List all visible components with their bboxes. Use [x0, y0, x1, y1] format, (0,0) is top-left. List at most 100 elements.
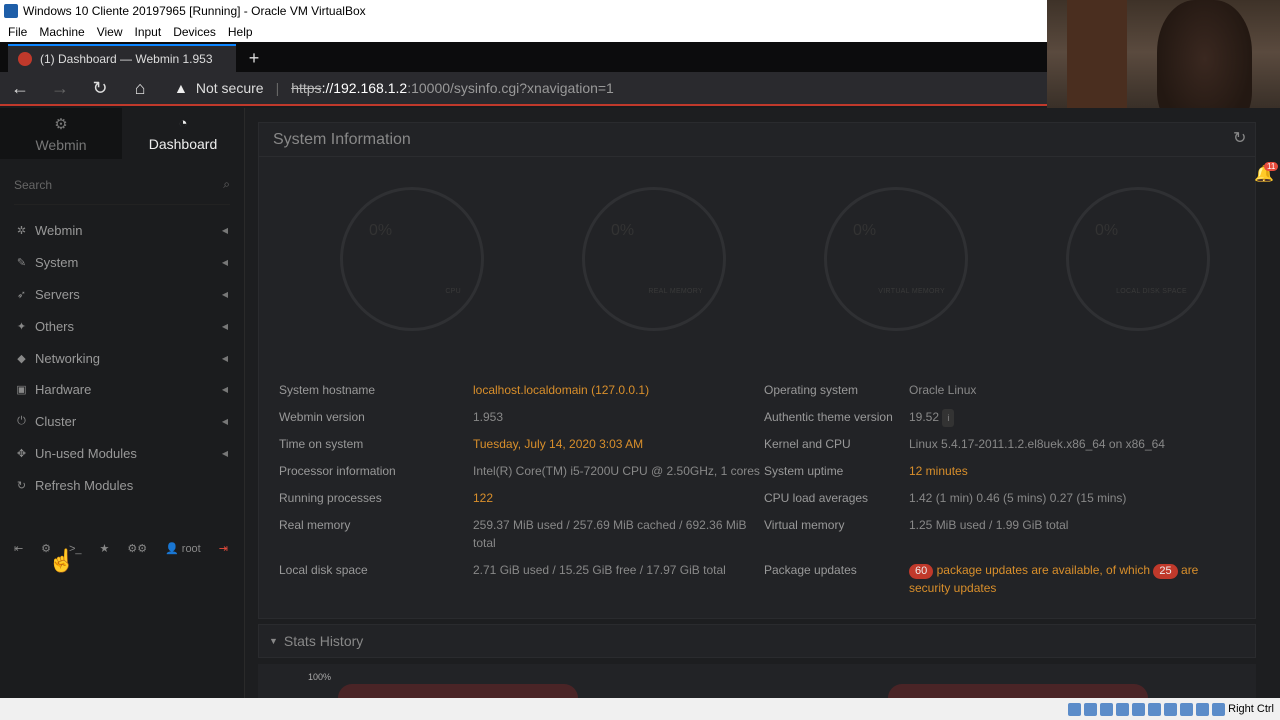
network-icon [1116, 702, 1130, 716]
notifications-button[interactable]: 🔔 11 [1254, 162, 1279, 184]
menu-file[interactable]: File [4, 25, 35, 39]
back-button[interactable]: ← [0, 71, 40, 105]
security-label: Not secure [195, 80, 264, 96]
refresh-icon: ↻ [16, 479, 27, 492]
chart-area [888, 684, 1148, 698]
hdd-icon [1068, 702, 1082, 716]
cpu-icon [1196, 702, 1210, 716]
sidebar-item-others[interactable]: ✦ Others ◀ [0, 310, 244, 342]
sidebar-item-servers[interactable]: ➶ Servers ◀ [0, 279, 244, 311]
gauge-real-memory: 0% REAL MEMORY [582, 187, 726, 331]
gauge-value: 0% [369, 222, 393, 239]
panel-title: System Information [273, 130, 411, 148]
url-bar[interactable]: ▲ Not secure | https://192.168.1.2:10000… [174, 74, 614, 102]
warning-icon: ▲ [174, 80, 188, 96]
hand-cursor-icon: ☝ [48, 548, 76, 573]
url-separator: | [275, 80, 280, 96]
theme-version: 19.52 [909, 410, 940, 424]
sidebar-item-hardware[interactable]: ▣ Hardware ◀ [0, 374, 244, 406]
info-key: Virtual memory [764, 518, 845, 532]
notification-count-badge: 11 [1264, 162, 1279, 171]
gauge-value: 0% [611, 222, 635, 239]
info-key: Kernel and CPU [764, 437, 851, 451]
sidebar-item-refresh-modules[interactable]: ↻ Refresh Modules [0, 469, 244, 501]
url-host: ://192.168.1.2 [321, 80, 408, 96]
info-icon[interactable]: i [942, 409, 955, 427]
power-icon: ⏻ [17, 415, 26, 428]
star-icon[interactable]: ★ [100, 542, 110, 555]
menu-devices[interactable]: Devices [169, 25, 224, 39]
hostname-link[interactable]: localhost.localdomain (127.0.0.1) [473, 381, 649, 399]
gauge-label: LOCAL DISK SPACE [1116, 288, 1187, 295]
updates-text-2: are [1181, 563, 1199, 577]
window-title: Windows 10 Cliente 20197965 [Running] - … [23, 4, 366, 18]
sidebar-item-unused-modules[interactable]: ✥ Un-used Modules ◀ [0, 438, 244, 470]
user-button[interactable]: 👤 root [165, 542, 201, 555]
system-info-panel: System Information 0% CPU 0% REAL MEMORY 0… [258, 122, 1256, 619]
collapse-icon[interactable]: ⇤ [14, 542, 23, 555]
gauge-label: REAL MEMORY [648, 288, 703, 295]
sidebar-item-label: System [35, 255, 79, 271]
info-key: Package updates [764, 563, 857, 577]
sidebar-item-cluster[interactable]: ⏻ Cluster ◀ [0, 406, 244, 438]
mouse-icon [1212, 702, 1226, 716]
info-key: System uptime [764, 464, 844, 478]
caret-left-icon: ◀ [221, 289, 228, 299]
menu-view[interactable]: View [93, 25, 131, 39]
search-input[interactable]: Search [14, 178, 52, 192]
puzzle-icon: ✥ [16, 447, 27, 460]
refresh-icon[interactable]: ↻ [1233, 128, 1246, 148]
info-value: Intel(R) Core(TM) i5-7200U CPU @ 2.50GHz… [473, 464, 760, 478]
menu-input[interactable]: Input [131, 25, 170, 39]
sidebar-item-label: Un-used Modules [35, 445, 137, 461]
caret-left-icon: ◀ [221, 321, 228, 331]
tab-dashboard[interactable]: (1) Dashboard — Webmin 1.953 [8, 44, 236, 72]
menu-machine[interactable]: Machine [35, 25, 92, 39]
sidebar-tab-webmin[interactable]: ⚙ Webmin [0, 108, 122, 159]
updates-count-badge: 60 [909, 564, 934, 579]
printer-icon: ▣ [16, 384, 27, 397]
usb-icon [1132, 702, 1146, 716]
reload-button[interactable]: ↻ [80, 71, 120, 105]
time-link[interactable]: Tuesday, July 14, 2020 3:03 AM [473, 435, 643, 453]
gauge-virtual-memory: 0% VIRTUAL MEMORY [824, 187, 968, 331]
updates-text-3: security updates [909, 581, 997, 595]
caret-down-icon: ▼ [269, 636, 278, 646]
caret-left-icon: ◀ [221, 448, 228, 458]
package-updates-link[interactable]: 60 package updates are available, of whi… [909, 561, 1229, 597]
gauge-label: CPU [445, 288, 461, 295]
sidebar-tab-label: Webmin [35, 136, 87, 153]
forward-button[interactable]: → [40, 71, 80, 105]
logout-icon[interactable]: ⇥ [219, 542, 228, 555]
sidebar-toolbar: ⇤ ⚙ >_ ★ ⚙⚙ 👤 root ⇥ [14, 542, 228, 556]
home-button[interactable]: ⌂ [120, 71, 160, 105]
sidebar-item-label: Hardware [35, 382, 92, 398]
cogs-icon[interactable]: ⚙⚙ [127, 542, 147, 555]
main-content: System Information 0% CPU 0% REAL MEMORY 0… [245, 108, 1280, 698]
info-key: Real memory [279, 518, 351, 532]
sidebar-search[interactable]: Search ⌕ [14, 165, 230, 205]
uptime-link[interactable]: 12 minutes [909, 462, 968, 480]
sidebar-item-networking[interactable]: ◆ Networking ◀ [0, 342, 244, 374]
info-value: 1.42 (1 min) 0.46 (5 mins) 0.27 (15 mins… [909, 491, 1127, 505]
tools-icon: ✦ [16, 320, 27, 333]
processes-link[interactable]: 122 [473, 489, 493, 507]
wrench-icon: ✎ [16, 257, 27, 270]
stats-chart: 100% [258, 664, 1256, 698]
username: root [181, 543, 201, 555]
sidebar-tab-dashboard[interactable]: ◔ Dashboard [122, 108, 244, 159]
new-tab-button[interactable]: + [240, 44, 268, 72]
info-key: System hostname [279, 383, 376, 397]
url-path: :10000/sysinfo.cgi?xnavigation=1 [407, 80, 614, 96]
info-value: 1.25 MiB used / 1.99 GiB total [909, 518, 1069, 532]
sidebar-item-system[interactable]: ✎ System ◀ [0, 247, 244, 279]
caret-left-icon: ◀ [221, 226, 228, 236]
sidebar-item-webmin[interactable]: ✲ Webmin ◀ [0, 215, 244, 247]
host-key-label: Right Ctrl [1228, 703, 1274, 715]
info-key: Running processes [279, 491, 382, 505]
stats-history-header[interactable]: ▼ Stats History [258, 624, 1256, 658]
search-icon: ⌕ [223, 177, 230, 191]
info-key: Processor information [279, 464, 396, 478]
menu-help[interactable]: Help [224, 25, 261, 39]
tab-title: (1) Dashboard — Webmin 1.953 [40, 52, 213, 66]
